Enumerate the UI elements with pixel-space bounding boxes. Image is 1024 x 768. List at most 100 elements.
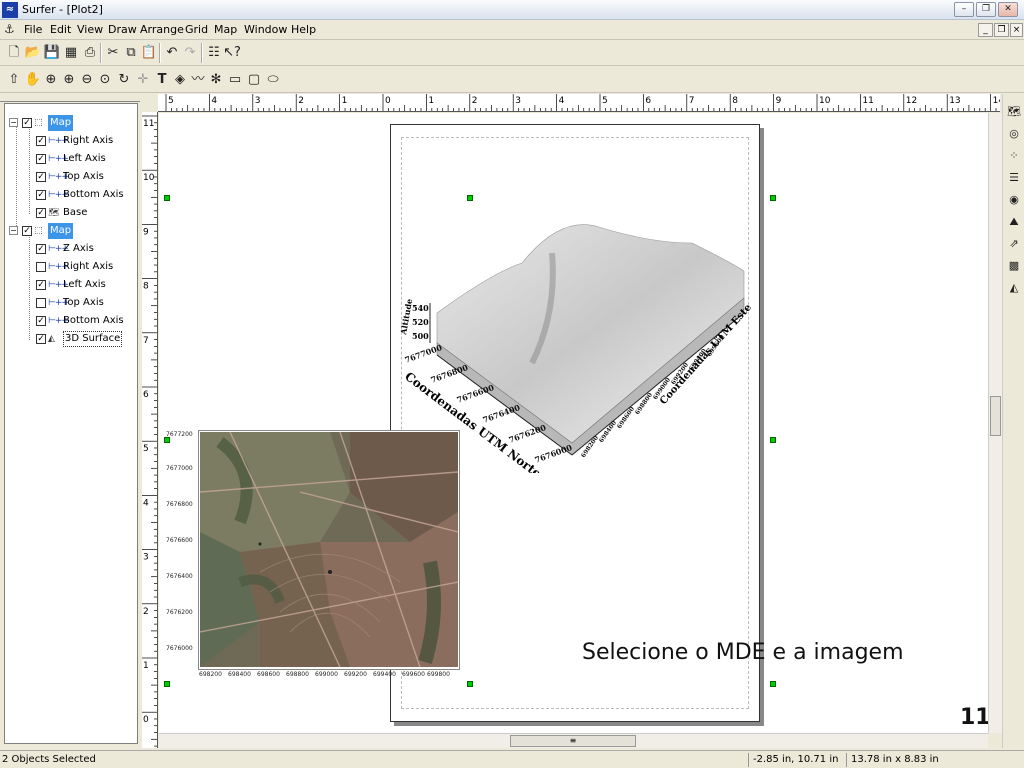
polyline-icon[interactable]: 〰 bbox=[189, 71, 207, 89]
ruler-label: 7 bbox=[689, 96, 695, 106]
tree-label: Base bbox=[63, 207, 88, 218]
selection-handle[interactable] bbox=[164, 437, 170, 443]
horizontal-scroll-thumb[interactable]: ≡ bbox=[510, 735, 636, 747]
redo-icon[interactable]: ↷ bbox=[181, 44, 199, 62]
image-map-icon[interactable]: ◉ bbox=[1006, 192, 1022, 208]
object-manager-icon[interactable]: ☷ bbox=[205, 44, 223, 62]
rectangle-icon[interactable]: ▭ bbox=[226, 71, 244, 89]
digitize-icon[interactable]: ✛ bbox=[134, 71, 152, 89]
tree-node-map1[interactable]: − ✓ ⬚ Map bbox=[7, 115, 137, 131]
visibility-checkbox[interactable]: ✓ bbox=[36, 280, 46, 290]
wireframe-icon[interactable]: ▩ bbox=[1006, 258, 1022, 274]
restore-button[interactable]: ❐ bbox=[976, 2, 996, 17]
vertical-scroll-thumb[interactable] bbox=[990, 396, 1001, 436]
3d-surface-map[interactable]: 500 520 540 Altitude 7677000 7676800 767… bbox=[392, 203, 752, 473]
tree-node-right-axis-2[interactable]: ⊢++ Right Axis bbox=[7, 259, 137, 275]
rounded-rectangle-icon[interactable]: ▢ bbox=[245, 71, 263, 89]
ruler-label: 11 bbox=[862, 96, 873, 106]
help-pointer-icon[interactable]: ↖? bbox=[223, 44, 241, 62]
document-icon[interactable]: ⚓ bbox=[4, 22, 18, 37]
tree-node-3d-surface[interactable]: ✓ ◭ 3D Surface bbox=[7, 331, 137, 347]
tree-node-base[interactable]: ✓ 🗺 Base bbox=[7, 205, 137, 221]
visibility-checkbox[interactable] bbox=[36, 298, 46, 308]
tree-node-bottom-axis[interactable]: ✓ ⊢++ Bottom Axis bbox=[7, 187, 137, 203]
visibility-checkbox[interactable]: ✓ bbox=[22, 226, 32, 236]
worksheet-icon[interactable]: ▦ bbox=[62, 44, 80, 62]
visibility-checkbox[interactable]: ✓ bbox=[36, 334, 46, 344]
tree-node-left-axis-2[interactable]: ✓ ⊢++ Left Axis bbox=[7, 277, 137, 293]
visibility-checkbox[interactable]: ✓ bbox=[36, 190, 46, 200]
selection-handle[interactable] bbox=[467, 681, 473, 687]
collapse-icon[interactable]: − bbox=[9, 226, 18, 235]
tree-node-z-axis[interactable]: ✓ ⊢++ Z Axis bbox=[7, 241, 137, 257]
selection-handle[interactable] bbox=[770, 437, 776, 443]
print-icon[interactable]: ⎙ bbox=[81, 44, 99, 62]
tree-node-right-axis[interactable]: ✓ ⊢++ Right Axis bbox=[7, 133, 137, 149]
menu-arrange[interactable]: Arrange bbox=[140, 23, 184, 36]
tree-node-top-axis[interactable]: ✓ ⊢++ Top Axis bbox=[7, 169, 137, 185]
mdi-minimize-button[interactable]: _ bbox=[978, 23, 993, 37]
new-icon[interactable]: 🗋 bbox=[5, 44, 23, 62]
selection-handle[interactable] bbox=[770, 681, 776, 687]
open-icon[interactable]: 📂 bbox=[24, 44, 42, 62]
visibility-checkbox[interactable]: ✓ bbox=[36, 316, 46, 326]
zoom-in-icon[interactable]: ⊕ bbox=[42, 71, 60, 89]
vertical-scrollbar[interactable] bbox=[988, 113, 1002, 733]
toolbar-separator bbox=[100, 43, 102, 63]
menu-edit[interactable]: Edit bbox=[50, 23, 71, 36]
symbol-icon[interactable]: ✻ bbox=[207, 71, 225, 89]
visibility-checkbox[interactable]: ✓ bbox=[22, 118, 32, 128]
visibility-checkbox[interactable] bbox=[36, 262, 46, 272]
selection-handle[interactable] bbox=[164, 195, 170, 201]
polygon-icon[interactable]: ◈ bbox=[171, 71, 189, 89]
tree-node-bottom-axis-2[interactable]: ✓ ⊢++ Bottom Axis bbox=[7, 313, 137, 329]
tree-node-top-axis-2[interactable]: ⊢++ Top Axis bbox=[7, 295, 137, 311]
selection-handle[interactable] bbox=[770, 195, 776, 201]
zoom-in-page-icon[interactable]: ⊕ bbox=[60, 71, 78, 89]
menu-grid[interactable]: Grid bbox=[185, 23, 208, 36]
menu-help[interactable]: Help bbox=[291, 23, 316, 36]
tree-node-left-axis[interactable]: ✓ ⊢++ Left Axis bbox=[7, 151, 137, 167]
contour-map-icon[interactable]: ◎ bbox=[1006, 126, 1022, 142]
ellipse-icon[interactable]: ⬭ bbox=[264, 71, 282, 89]
visibility-checkbox[interactable]: ✓ bbox=[36, 136, 46, 146]
visibility-checkbox[interactable]: ✓ bbox=[36, 244, 46, 254]
mdi-restore-button[interactable]: ❐ bbox=[994, 23, 1009, 37]
mdi-close-button[interactable]: × bbox=[1010, 23, 1023, 37]
save-icon[interactable]: 💾 bbox=[43, 44, 61, 62]
visibility-checkbox[interactable]: ✓ bbox=[36, 208, 46, 218]
menu-file[interactable]: File bbox=[24, 23, 42, 36]
horizontal-scrollbar[interactable]: ≡ bbox=[159, 733, 988, 748]
tree-node-map2[interactable]: − ✓ ⬚ Map bbox=[7, 223, 137, 239]
close-button[interactable]: ✕ bbox=[998, 2, 1018, 17]
undo-icon[interactable]: ↶ bbox=[163, 44, 181, 62]
minimize-button[interactable]: – bbox=[954, 2, 974, 17]
text-icon[interactable]: T bbox=[153, 71, 171, 89]
selection-handle[interactable] bbox=[467, 195, 473, 201]
menu-draw[interactable]: Draw bbox=[108, 23, 137, 36]
collapse-icon[interactable]: − bbox=[9, 118, 18, 127]
copy-icon[interactable]: ⧉ bbox=[122, 44, 140, 62]
y-tick-label: 7676800 bbox=[166, 501, 193, 508]
cut-icon[interactable]: ✂ bbox=[104, 44, 122, 62]
pan-hand-icon[interactable]: ✋ bbox=[24, 71, 42, 89]
classed-post-icon[interactable]: ☰ bbox=[1006, 170, 1022, 186]
vector-map-icon[interactable]: ⇗ bbox=[1006, 236, 1022, 252]
selection-handle[interactable] bbox=[164, 681, 170, 687]
paste-icon[interactable]: 📋 bbox=[140, 44, 158, 62]
surface-icon[interactable]: ◭ bbox=[1006, 280, 1022, 296]
zoom-out-icon[interactable]: ⊖ bbox=[78, 71, 96, 89]
menu-view[interactable]: View bbox=[77, 23, 103, 36]
shaded-relief-icon[interactable]: ⛰ bbox=[1006, 214, 1022, 230]
visibility-checkbox[interactable]: ✓ bbox=[36, 154, 46, 164]
visibility-checkbox[interactable]: ✓ bbox=[36, 172, 46, 182]
zoom-rect-icon[interactable]: ⊙ bbox=[96, 71, 114, 89]
base-map-icon[interactable]: 🗺 bbox=[1006, 104, 1022, 120]
post-map-icon[interactable]: ⁘ bbox=[1006, 148, 1022, 164]
ruler-label: 2 bbox=[472, 96, 478, 106]
menu-window[interactable]: Window bbox=[244, 23, 287, 36]
object-manager-header bbox=[0, 96, 140, 102]
menu-map[interactable]: Map bbox=[214, 23, 237, 36]
redraw-icon[interactable]: ↻ bbox=[115, 71, 133, 89]
select-arrow-icon[interactable]: ⇧ bbox=[5, 71, 23, 89]
